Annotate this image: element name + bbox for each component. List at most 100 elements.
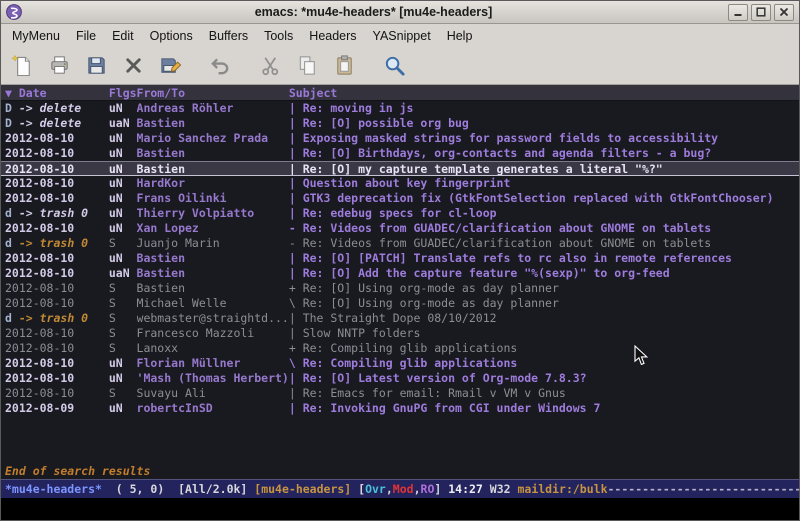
message-row[interactable]: 2012-08-10SBastien+ Re: [O] Using org-mo…: [1, 281, 799, 296]
menu-buffers[interactable]: Buffers: [201, 26, 256, 46]
modeline-segment-folder: maildir:/bulk: [517, 482, 607, 496]
message-from: Frans Oilinki: [137, 191, 289, 206]
message-flags: uaN: [109, 266, 137, 281]
menu-file[interactable]: File: [68, 26, 104, 46]
message-date: 2012-08-10: [5, 162, 109, 175]
message-from: Xan Lopez: [137, 221, 289, 236]
message-subject: | Question about key fingerprint: [289, 176, 799, 191]
message-date: 2012-08-10: [5, 326, 109, 341]
message-row[interactable]: 2012-08-10SFrancesco Mazzoli| Slow NNTP …: [1, 326, 799, 341]
message-row[interactable]: 2012-08-10uNFrans Oilinki| GTK3 deprecat…: [1, 191, 799, 206]
message-row[interactable]: 2012-08-10uNHardKor| Question about key …: [1, 176, 799, 191]
modeline-segment-dashes: --------------------------------: [608, 482, 800, 496]
message-subject: | GTK3 deprecation fix (GtkFontSelection…: [289, 191, 799, 206]
minibuffer[interactable]: [1, 498, 799, 520]
message-from: robertcInSD: [137, 401, 289, 416]
save-as-button[interactable]: [157, 52, 184, 79]
message-from: Bastien: [137, 116, 289, 131]
end-of-search-results: End of search results: [1, 464, 799, 479]
message-row[interactable]: 2012-08-10uNFlorian Müllner\ Re: Compili…: [1, 356, 799, 371]
message-row[interactable]: D -> deleteuaNBastien| Re: [O] possible …: [1, 116, 799, 131]
search-icon: [383, 54, 406, 77]
undo-icon: [209, 54, 232, 77]
message-flags: S: [109, 326, 137, 341]
message-date: 2012-08-09: [5, 401, 109, 416]
emacs-icon: [6, 4, 22, 20]
header-column-flags[interactable]: Flgs: [109, 86, 137, 100]
modeline-segment-mod: Mod: [393, 482, 414, 496]
message-row[interactable]: 2012-08-10uNBastien| Re: [O] my capture …: [1, 161, 799, 176]
modeline-segment-plain: ,: [386, 482, 393, 496]
modeline-segment-plain: [All/2.0k]: [178, 482, 254, 496]
menu-edit[interactable]: Edit: [104, 26, 142, 46]
window-title: emacs: *mu4e-headers* [mu4e-headers]: [22, 5, 725, 19]
message-subject: + Re: Compiling glib applications: [289, 341, 799, 356]
print-icon: [48, 54, 71, 77]
close-icon: [779, 7, 789, 17]
message-flags: S: [109, 281, 137, 296]
message-from: Mario Sanchez Prada: [137, 131, 289, 146]
mu4e-headers-buffer: ▼ Date Flgs From/To Subject D -> deleteu…: [1, 85, 799, 479]
message-row[interactable]: d -> trash 0uNThierry Volpiatto| Re: ede…: [1, 206, 799, 221]
message-date: d -> trash 0: [5, 206, 109, 221]
message-subject: \ Re: Compiling glib applications: [289, 356, 799, 371]
message-from: Florian Müllner: [137, 356, 289, 371]
message-subject: \ Re: [O] Using org-mode as day planner: [289, 296, 799, 311]
cut-button[interactable]: [257, 52, 284, 79]
menu-mymenu[interactable]: MyMenu: [4, 26, 68, 46]
message-subject: | Re: edebug specs for cl-loop: [289, 206, 799, 221]
menu-help[interactable]: Help: [439, 26, 481, 46]
message-subject: - Re: Videos from GUADEC/clarification a…: [289, 221, 799, 236]
message-row[interactable]: 2012-08-10uNMario Sanchez Prada| Exposin…: [1, 131, 799, 146]
message-flags: uN: [109, 131, 137, 146]
message-row[interactable]: 2012-08-10uNBastien| Re: [O] [PATCH] Tra…: [1, 251, 799, 266]
menu-tools[interactable]: Tools: [256, 26, 301, 46]
header-column-subject[interactable]: Subject: [289, 86, 799, 100]
menu-headers[interactable]: Headers: [301, 26, 364, 46]
print-button[interactable]: [46, 52, 73, 79]
close-buffer-button[interactable]: [120, 52, 147, 79]
maximize-button[interactable]: [751, 4, 771, 21]
message-subject: | Re: Emacs for email: Rmail v VM v Gnus: [289, 386, 799, 401]
message-from: Francesco Mazzoli: [137, 326, 289, 341]
message-date: 2012-08-10: [5, 146, 109, 161]
message-subject: | Re: [O] Latest version of Org-mode 7.8…: [289, 371, 799, 386]
new-file-button[interactable]: [9, 52, 36, 79]
paste-icon: [333, 54, 356, 77]
paste-button[interactable]: [331, 52, 358, 79]
message-row[interactable]: d -> trash 0SJuanjo Marin- Re: Videos fr…: [1, 236, 799, 251]
message-row[interactable]: 2012-08-10SSuvayu Ali| Re: Emacs for ema…: [1, 386, 799, 401]
message-row[interactable]: 2012-08-09uNrobertcInSD| Re: Invoking Gn…: [1, 401, 799, 416]
message-row[interactable]: 2012-08-10SLanoxx+ Re: Compiling glib ap…: [1, 341, 799, 356]
menu-options[interactable]: Options: [142, 26, 201, 46]
message-row[interactable]: D -> deleteuNAndreas Röhler| Re: moving …: [1, 101, 799, 116]
message-flags: uN: [109, 176, 137, 191]
copy-icon: [296, 54, 319, 77]
message-from: Bastien: [137, 266, 289, 281]
message-subject: | Re: moving in js: [289, 101, 799, 116]
message-subject: | The Straight Dope 08/10/2012: [289, 311, 799, 326]
message-from: Thierry Volpiatto: [137, 206, 289, 221]
message-row[interactable]: 2012-08-10uaNBastien| Re: [O] Add the ca…: [1, 266, 799, 281]
message-date: 2012-08-10: [5, 281, 109, 296]
menu-yasnippet[interactable]: YASnippet: [365, 26, 439, 46]
modeline-segment-ro: RO: [421, 482, 435, 496]
message-date: 2012-08-10: [5, 296, 109, 311]
search-button[interactable]: [381, 52, 408, 79]
save-button[interactable]: [83, 52, 110, 79]
undo-button[interactable]: [207, 52, 234, 79]
header-column-from[interactable]: From/To: [137, 86, 289, 100]
message-flags: uN: [109, 221, 137, 236]
message-row[interactable]: 2012-08-10uN'Mash (Thomas Herbert)| Re: …: [1, 371, 799, 386]
close-button[interactable]: [774, 4, 794, 21]
copy-button[interactable]: [294, 52, 321, 79]
message-row[interactable]: d -> trash 0Swebmaster@straightd...| The…: [1, 311, 799, 326]
message-list: D -> deleteuNAndreas Röhler| Re: moving …: [1, 101, 799, 464]
message-row[interactable]: 2012-08-10uNXan Lopez- Re: Videos from G…: [1, 221, 799, 236]
message-subject: | Re: [O] Birthdays, org-contacts and ag…: [289, 146, 799, 161]
message-row[interactable]: 2012-08-10uNBastien| Re: [O] Birthdays, …: [1, 146, 799, 161]
modeline-segment-mode: [mu4e-headers]: [254, 482, 358, 496]
header-column-date[interactable]: ▼ Date: [5, 86, 109, 100]
minimize-button[interactable]: [728, 4, 748, 21]
message-row[interactable]: 2012-08-10SMichael Welle\ Re: [O] Using …: [1, 296, 799, 311]
